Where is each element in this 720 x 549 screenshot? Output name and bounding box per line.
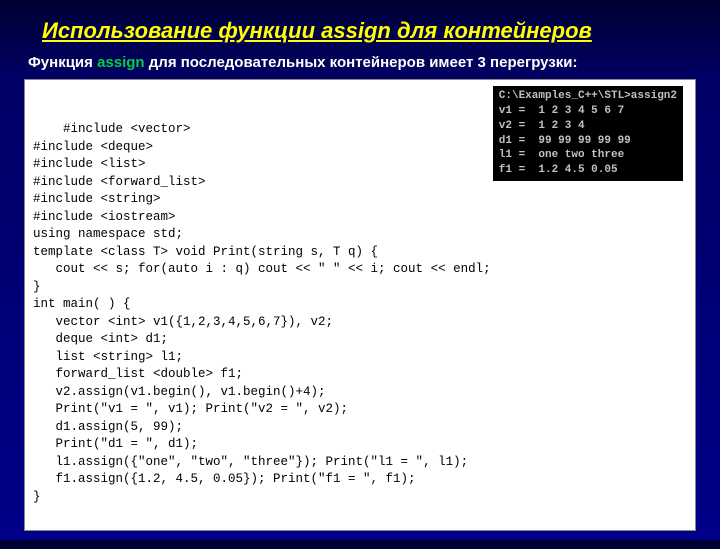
code-content: #include <vector> #include <deque> #incl… <box>33 122 491 504</box>
slide-subtitle: Функция assign для последовательных конт… <box>24 54 696 71</box>
slide-title: Использование функции assign для контейн… <box>24 18 696 44</box>
code-block: C:\Examples_C++\STL>assign2 v1 = 1 2 3 4… <box>24 79 696 531</box>
console-output: C:\Examples_C++\STL>assign2 v1 = 1 2 3 4… <box>493 86 683 181</box>
subtitle-prefix: Функция <box>28 54 97 71</box>
subtitle-rest: для последовательных контейнеров имеет 3… <box>145 54 578 71</box>
slide-container: Использование функции assign для контейн… <box>0 0 720 549</box>
subtitle-keyword: assign <box>97 54 145 71</box>
